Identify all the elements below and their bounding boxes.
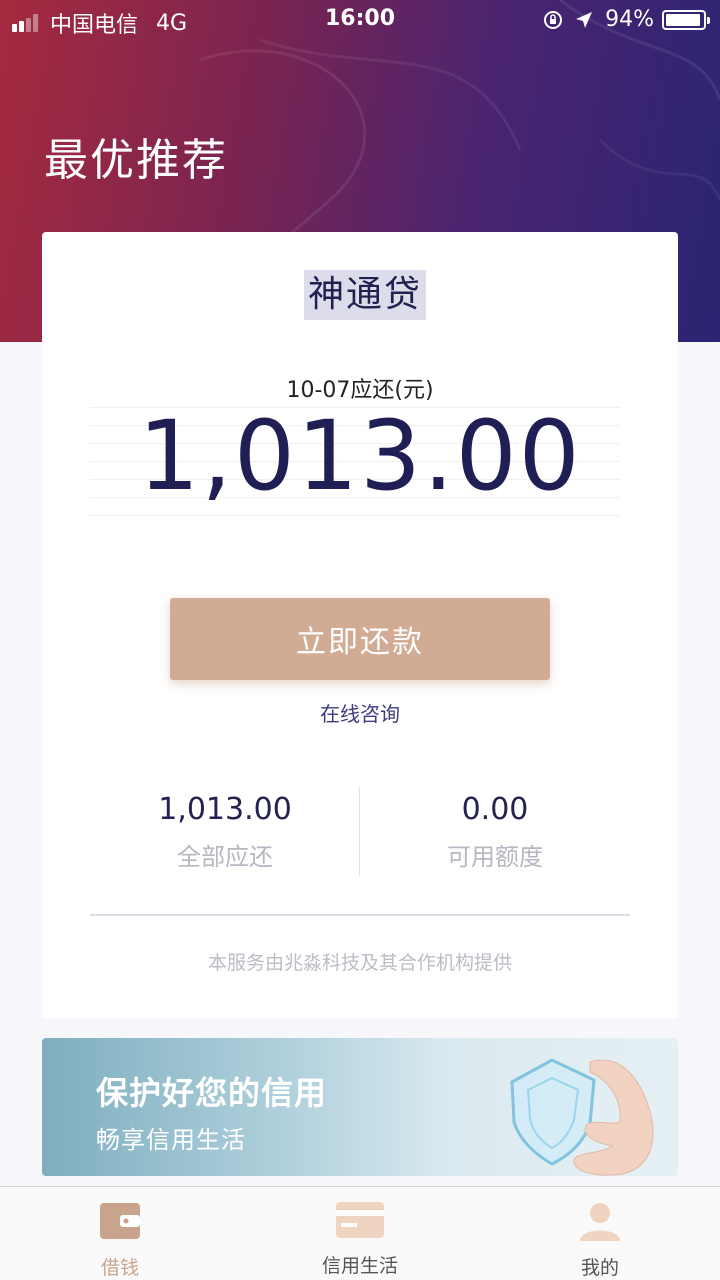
stat-label: 可用额度 (447, 843, 543, 871)
tab-credit-life[interactable]: 信用生活 (280, 1201, 440, 1278)
tab-label: 我的 (580, 1257, 619, 1279)
stat-available-credit: 0.00 可用额度 (360, 792, 630, 872)
page-title: 最优推荐 (44, 135, 228, 186)
shield-hand-illustration (510, 1058, 654, 1176)
location-icon (576, 11, 593, 28)
status-right: 94% (543, 7, 710, 32)
rotation-lock-icon (544, 10, 563, 29)
credit-card-icon (336, 1202, 384, 1238)
tab-label: 借钱 (100, 1257, 139, 1279)
product-name[interactable]: 神通贷 (304, 270, 427, 320)
tab-label: 信用生活 (321, 1255, 398, 1277)
banner-title: 保护好您的信用 (96, 1074, 328, 1112)
battery-percent: 94% (605, 7, 654, 32)
banner-subtitle: 畅享信用生活 (96, 1126, 246, 1154)
stat-value: 0.00 (461, 792, 529, 827)
divider (90, 914, 630, 916)
tab-borrow[interactable]: 借钱 (40, 1201, 200, 1280)
wallet-icon (100, 1203, 140, 1239)
stat-value: 1,013.00 (158, 792, 292, 827)
stat-total-due: 1,013.00 全部应还 (90, 792, 360, 872)
status-bar: 中国电信 4G 16:00 94% (0, 0, 720, 40)
due-amount: 1,013.00 (138, 400, 582, 512)
credit-banner[interactable]: 保护好您的信用 畅享信用生活 (42, 1038, 678, 1176)
tab-bar: 借钱 信用生活 我的 (0, 1186, 720, 1280)
loan-card: 神通贷 10-07应还(元) 1,013.00 立即还款 在线咨询 1,013.… (42, 232, 678, 1018)
user-icon (580, 1203, 620, 1241)
tab-mine[interactable]: 我的 (520, 1201, 680, 1280)
online-consult-link[interactable]: 在线咨询 (42, 698, 678, 727)
provider-note: 本服务由兆淼科技及其合作机构提供 (207, 952, 512, 974)
battery-icon (662, 9, 710, 30)
battery-fill (666, 13, 700, 26)
stat-label: 全部应还 (177, 843, 273, 871)
repay-now-button[interactable]: 立即还款 (170, 598, 550, 680)
